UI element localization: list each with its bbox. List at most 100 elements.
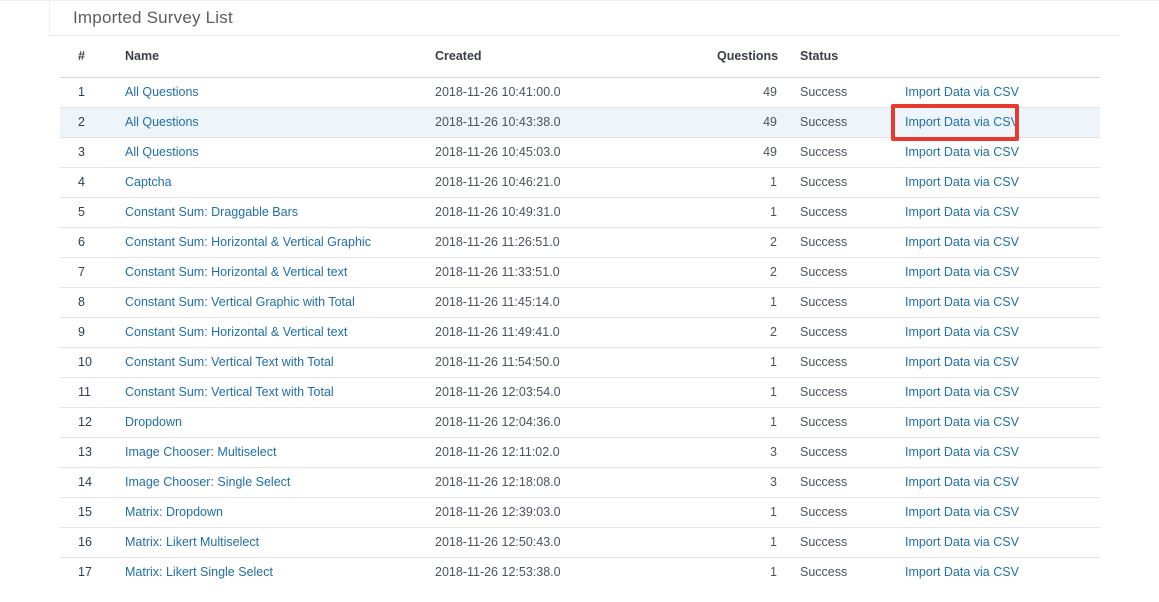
column-header-number: # [60,36,125,77]
survey-name-link[interactable]: Captcha [125,175,172,189]
import-data-via-csv-link[interactable]: Import Data via CSV [905,565,1019,579]
status-cell: Success [777,77,905,107]
questions-cell: 1 [717,197,777,227]
table-row: 17 Matrix: Likert Single Select 2018-11-… [60,557,1100,587]
import-data-via-csv-link[interactable]: Import Data via CSV [905,205,1019,219]
survey-name-link[interactable]: Constant Sum: Horizontal & Vertical text [125,265,347,279]
table-row: 6 Constant Sum: Horizontal & Vertical Gr… [60,227,1100,257]
status-cell: Success [777,167,905,197]
page-title: Imported Survey List [50,8,233,28]
row-number-cell: 17 [60,557,125,587]
created-cell: 2018-11-26 10:41:00.0 [435,77,717,107]
created-cell: 2018-11-26 11:49:41.0 [435,317,717,347]
survey-table-body: 1 All Questions 2018-11-26 10:41:00.0 49… [60,77,1100,587]
survey-name-link[interactable]: Constant Sum: Draggable Bars [125,205,298,219]
import-data-via-csv-link[interactable]: Import Data via CSV [905,295,1019,309]
survey-name-link[interactable]: All Questions [125,85,199,99]
import-data-via-csv-link[interactable]: Import Data via CSV [905,265,1019,279]
row-number-cell: 7 [60,257,125,287]
import-data-via-csv-link[interactable]: Import Data via CSV [905,325,1019,339]
table-row: 10 Constant Sum: Vertical Text with Tota… [60,347,1100,377]
survey-name-cell: Constant Sum: Horizontal & Vertical text [125,257,435,287]
page-header: Imported Survey List [49,1,1120,36]
row-number-cell: 3 [60,137,125,167]
import-data-via-csv-link[interactable]: Import Data via CSV [905,415,1019,429]
table-row: 16 Matrix: Likert Multiselect 2018-11-26… [60,527,1100,557]
created-cell: 2018-11-26 12:39:03.0 [435,497,717,527]
status-cell: Success [777,527,905,557]
status-cell: Success [777,497,905,527]
import-data-via-csv-link[interactable]: Import Data via CSV [905,445,1019,459]
row-number-cell: 12 [60,407,125,437]
survey-name-link[interactable]: Constant Sum: Vertical Text with Total [125,385,334,399]
action-cell: Import Data via CSV [905,227,1100,257]
status-cell: Success [777,437,905,467]
questions-cell: 1 [717,377,777,407]
status-cell: Success [777,557,905,587]
survey-name-link[interactable]: Dropdown [125,415,182,429]
created-cell: 2018-11-26 12:04:36.0 [435,407,717,437]
import-data-via-csv-link[interactable]: Import Data via CSV [905,175,1019,189]
questions-cell: 1 [717,407,777,437]
row-number-cell: 11 [60,377,125,407]
survey-name-link[interactable]: Constant Sum: Vertical Text with Total [125,355,334,369]
action-cell: Import Data via CSV [905,557,1100,587]
questions-cell: 2 [717,227,777,257]
created-cell: 2018-11-26 12:11:02.0 [435,437,717,467]
action-cell: Import Data via CSV [905,317,1100,347]
questions-cell: 49 [717,137,777,167]
action-cell: Import Data via CSV [905,377,1100,407]
action-cell: Import Data via CSV [905,197,1100,227]
survey-name-link[interactable]: Image Chooser: Multiselect [125,445,276,459]
import-data-via-csv-link[interactable]: Import Data via CSV [905,355,1019,369]
status-cell: Success [777,377,905,407]
questions-cell: 49 [717,77,777,107]
survey-name-cell: Constant Sum: Horizontal & Vertical Grap… [125,227,435,257]
survey-name-cell: Matrix: Dropdown [125,497,435,527]
action-cell: Import Data via CSV [905,107,1100,137]
column-header-questions: Questions [717,36,777,77]
survey-name-link[interactable]: Constant Sum: Vertical Graphic with Tota… [125,295,355,309]
survey-name-link[interactable]: All Questions [125,145,199,159]
status-cell: Success [777,197,905,227]
row-number-cell: 4 [60,167,125,197]
action-cell: Import Data via CSV [905,287,1100,317]
status-cell: Success [777,257,905,287]
import-data-via-csv-link[interactable]: Import Data via CSV [905,235,1019,249]
survey-name-link[interactable]: All Questions [125,115,199,129]
row-number-cell: 2 [60,107,125,137]
row-number-cell: 15 [60,497,125,527]
survey-name-cell: All Questions [125,77,435,107]
created-cell: 2018-11-26 11:54:50.0 [435,347,717,377]
row-number-cell: 8 [60,287,125,317]
questions-cell: 3 [717,467,777,497]
survey-name-link[interactable]: Matrix: Likert Multiselect [125,535,259,549]
table-row: 1 All Questions 2018-11-26 10:41:00.0 49… [60,77,1100,107]
survey-name-cell: Constant Sum: Vertical Text with Total [125,377,435,407]
survey-name-link[interactable]: Image Chooser: Single Select [125,475,290,489]
import-data-via-csv-link[interactable]: Import Data via CSV [905,85,1019,99]
import-data-via-csv-link[interactable]: Import Data via CSV [905,115,1019,129]
table-header-row: # Name Created Questions Status [60,36,1100,77]
questions-cell: 2 [717,317,777,347]
created-cell: 2018-11-26 12:50:43.0 [435,527,717,557]
status-cell: Success [777,227,905,257]
survey-name-cell: Image Chooser: Single Select [125,467,435,497]
import-data-via-csv-link[interactable]: Import Data via CSV [905,385,1019,399]
import-data-via-csv-link[interactable]: Import Data via CSV [905,535,1019,549]
survey-name-link[interactable]: Constant Sum: Horizontal & Vertical Grap… [125,235,371,249]
survey-name-link[interactable]: Matrix: Likert Single Select [125,565,273,579]
row-number-cell: 16 [60,527,125,557]
import-data-via-csv-link[interactable]: Import Data via CSV [905,505,1019,519]
survey-name-link[interactable]: Constant Sum: Horizontal & Vertical text [125,325,347,339]
table-row: 12 Dropdown 2018-11-26 12:04:36.0 1 Succ… [60,407,1100,437]
import-data-via-csv-link[interactable]: Import Data via CSV [905,475,1019,489]
action-cell: Import Data via CSV [905,407,1100,437]
import-data-via-csv-link[interactable]: Import Data via CSV [905,145,1019,159]
row-number-cell: 14 [60,467,125,497]
survey-name-link[interactable]: Matrix: Dropdown [125,505,223,519]
questions-cell: 3 [717,437,777,467]
survey-name-cell: Constant Sum: Horizontal & Vertical text [125,317,435,347]
questions-cell: 1 [717,287,777,317]
status-cell: Success [777,317,905,347]
